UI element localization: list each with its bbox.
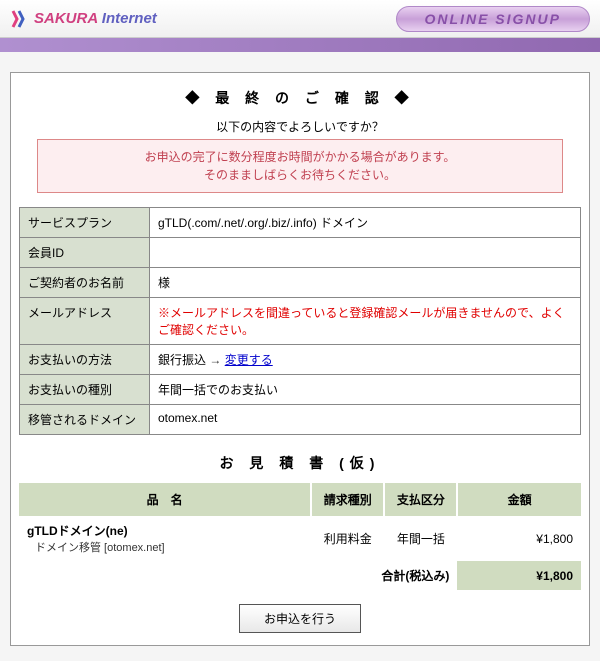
arrow-icon: → bbox=[209, 353, 224, 367]
item-name: gTLDドメイン(ne) bbox=[27, 522, 303, 539]
estimate-header-row: 品 名 請求種別 支払区分 金額 bbox=[19, 483, 581, 516]
item-payment: 年間一括 bbox=[384, 516, 457, 561]
sakura-logo-icon bbox=[10, 9, 30, 29]
row-service-plan: サービスプラン gTLD(.com/.net/.org/.biz/.info) … bbox=[20, 208, 581, 238]
value-service-plan: gTLD(.com/.net/.org/.biz/.info) ドメイン bbox=[150, 208, 581, 238]
header-bar: SAKURA Internet ONLINE SIGNUP bbox=[0, 0, 600, 38]
estimate-item-row: gTLDドメイン(ne) ドメイン移管 [otomex.net] 利用料金 年間… bbox=[19, 516, 581, 561]
label-email: メールアドレス bbox=[20, 298, 150, 345]
section-title: ◆ 最 終 の ご 確 認 ◆ bbox=[19, 88, 581, 108]
value-payment-method: 銀行振込 bbox=[158, 353, 206, 367]
info-table: サービスプラン gTLD(.com/.net/.org/.biz/.info) … bbox=[19, 207, 581, 435]
row-payment-type: お支払いの種別 年間一括でのお支払い bbox=[20, 375, 581, 405]
online-signup-badge: ONLINE SIGNUP bbox=[396, 6, 590, 32]
value-contractor: 様 bbox=[150, 268, 581, 298]
value-payment-type: 年間一括でのお支払い bbox=[150, 375, 581, 405]
notice-box: お申込の完了に数分程度お時間がかかる場合があります。 そのまましばらくお待ちくだ… bbox=[37, 139, 563, 193]
prompt-text: 以下の内容でよろしいですか？ bbox=[19, 118, 581, 135]
purple-strip bbox=[0, 38, 600, 52]
total-amount: ¥1,800 bbox=[457, 561, 581, 590]
email-warning: ※メールアドレスを間違っていると登録確認メールが届きませんので、よくご確認くださ… bbox=[158, 304, 572, 338]
col-billing: 請求種別 bbox=[311, 483, 384, 516]
estimate-table: 品 名 請求種別 支払区分 金額 gTLDドメイン(ne) ドメイン移管 [ot… bbox=[19, 483, 581, 590]
label-member-id: 会員ID bbox=[20, 238, 150, 268]
label-transfer-domain: 移管されるドメイン bbox=[20, 405, 150, 435]
submit-button[interactable]: お申込を行う bbox=[239, 604, 361, 633]
col-item-name: 品 名 bbox=[19, 483, 311, 516]
value-transfer-domain: otomex.net bbox=[150, 405, 581, 435]
main-content: ◆ 最 終 の ご 確 認 ◆ 以下の内容でよろしいですか？ お申込の完了に数分… bbox=[10, 72, 590, 646]
col-payment: 支払区分 bbox=[384, 483, 457, 516]
item-name-cell: gTLDドメイン(ne) ドメイン移管 [otomex.net] bbox=[19, 516, 311, 561]
row-member-id: 会員ID bbox=[20, 238, 581, 268]
notice-line2: そのまましばらくお待ちください。 bbox=[46, 166, 554, 184]
value-email-cell: ※メールアドレスを間違っていると登録確認メールが届きませんので、よくご確認くださ… bbox=[150, 298, 581, 345]
value-payment-method-cell: 銀行振込 → 変更する bbox=[150, 345, 581, 375]
row-transfer-domain: 移管されるドメイン otomex.net bbox=[20, 405, 581, 435]
item-sub: ドメイン移管 [otomex.net] bbox=[27, 539, 303, 555]
logo-text: SAKURA Internet bbox=[34, 10, 157, 27]
row-email: メールアドレス ※メールアドレスを間違っていると登録確認メールが届きませんので、… bbox=[20, 298, 581, 345]
col-amount: 金額 bbox=[457, 483, 581, 516]
row-payment-method: お支払いの方法 銀行振込 → 変更する bbox=[20, 345, 581, 375]
total-label: 合計(税込み) bbox=[19, 561, 457, 590]
logo: SAKURA Internet bbox=[10, 9, 396, 29]
value-member-id bbox=[150, 238, 581, 268]
label-contractor: ご契約者のお名前 bbox=[20, 268, 150, 298]
item-billing: 利用料金 bbox=[311, 516, 384, 561]
item-amount: ¥1,800 bbox=[457, 516, 581, 561]
estimate-total-row: 合計(税込み) ¥1,800 bbox=[19, 561, 581, 590]
label-payment-type: お支払いの種別 bbox=[20, 375, 150, 405]
notice-line1: お申込の完了に数分程度お時間がかかる場合があります。 bbox=[46, 148, 554, 166]
row-contractor: ご契約者のお名前 様 bbox=[20, 268, 581, 298]
change-payment-link[interactable]: 変更する bbox=[225, 353, 273, 367]
estimate-title: お 見 積 書 (仮) bbox=[19, 453, 581, 473]
label-payment-method: お支払いの方法 bbox=[20, 345, 150, 375]
label-service-plan: サービスプラン bbox=[20, 208, 150, 238]
